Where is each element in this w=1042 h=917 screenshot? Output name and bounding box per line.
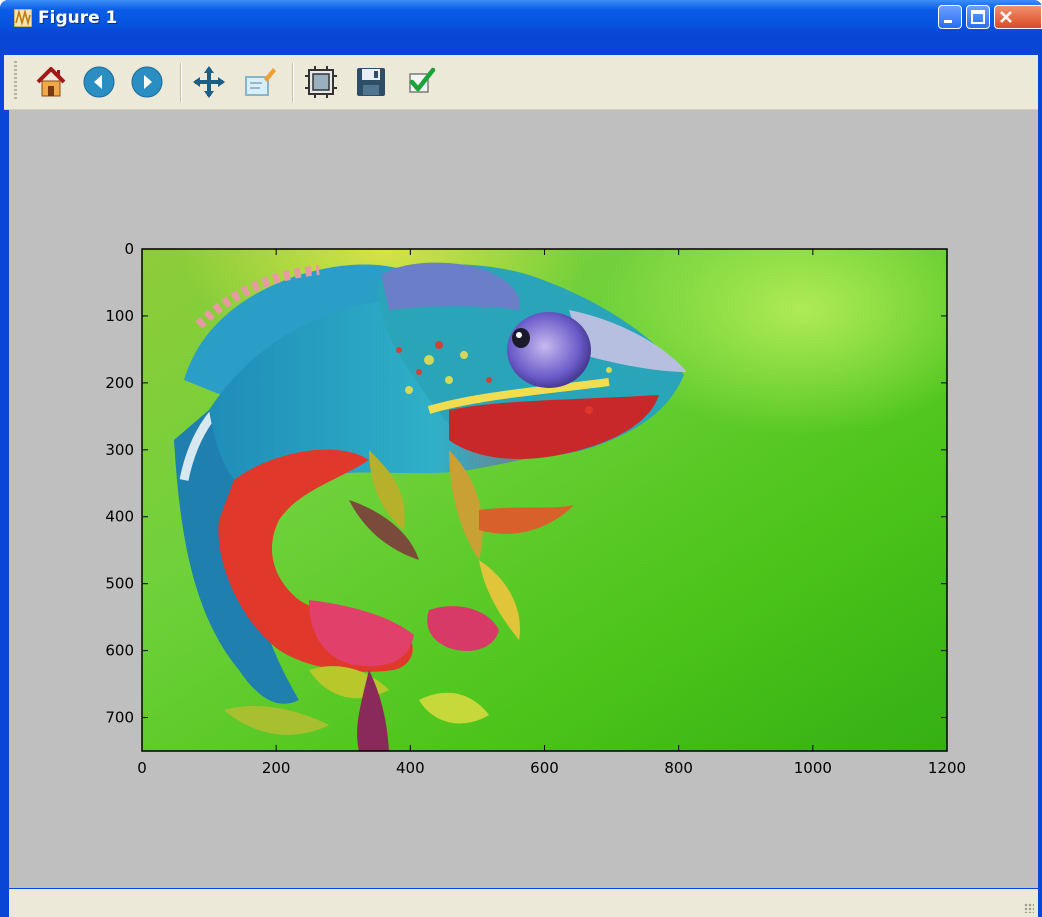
axes-svg: 0 200 400 600 800 1000 1200 0 100 200 300 400 500 60…	[105, 240, 966, 777]
x-tick-label: 1000	[794, 759, 832, 777]
close-icon	[1000, 11, 1012, 23]
y-tick-label: 400	[105, 508, 134, 526]
y-tick-label: 500	[105, 575, 134, 593]
toolbar-separator	[180, 63, 182, 103]
x-tick-label: 0	[137, 759, 147, 777]
back-button[interactable]	[80, 63, 118, 101]
toolbar-grip[interactable]	[14, 61, 17, 101]
x-tick-label: 400	[396, 759, 425, 777]
maximize-button[interactable]	[966, 5, 990, 29]
home-icon	[36, 67, 66, 97]
window-title: Figure 1	[38, 8, 118, 28]
zoom-button[interactable]	[240, 63, 278, 101]
y-tick-label: 200	[105, 374, 134, 392]
title-bar[interactable]: Figure 1	[0, 0, 1042, 34]
minimize-icon	[944, 20, 952, 23]
forward-arrow-icon	[131, 66, 163, 98]
matplotlib-app-icon	[14, 9, 32, 27]
x-tick-labels: 0 200 400 600 800 1000 1200	[137, 759, 966, 777]
x-tick-label: 800	[664, 759, 693, 777]
status-bar	[9, 889, 1038, 917]
zoom-rect-icon	[245, 68, 276, 96]
y-tick-label: 100	[105, 307, 134, 325]
x-tick-label: 600	[530, 759, 559, 777]
save-button[interactable]	[352, 63, 390, 101]
y-tick-label: 0	[124, 240, 134, 258]
figure-canvas[interactable]: 0 200 400 600 800 1000 1200 0 100 200 300 400 500 60…	[9, 110, 1038, 888]
maximize-icon	[971, 10, 985, 24]
save-icon	[357, 68, 385, 96]
pan-button[interactable]	[190, 63, 228, 101]
minimize-button[interactable]	[938, 5, 962, 29]
move-icon	[193, 66, 225, 98]
y-tick-label: 700	[105, 709, 134, 727]
y-tick-label: 600	[105, 642, 134, 660]
edit-parameters-button[interactable]	[402, 63, 440, 101]
x-tick-label: 200	[262, 759, 291, 777]
resize-grip[interactable]	[1024, 903, 1034, 913]
y-tick-labels: 0 100 200 300 400 500 600 700	[105, 240, 134, 727]
back-arrow-icon	[83, 66, 115, 98]
x-tick-label: 1200	[928, 759, 966, 777]
checkmark-icon	[409, 67, 436, 93]
figure-window: Figure 1 0 200 400 600 800 1000 1200 0 1…	[0, 0, 1042, 917]
close-button[interactable]	[994, 5, 1042, 29]
chameleon-image	[142, 249, 947, 751]
subplots-icon	[305, 66, 337, 98]
navigation-toolbar	[4, 55, 1038, 110]
toolbar-separator	[292, 63, 294, 103]
forward-button[interactable]	[128, 63, 166, 101]
y-tick-label: 300	[105, 441, 134, 459]
home-button[interactable]	[32, 63, 70, 101]
subplots-button[interactable]	[302, 63, 340, 101]
